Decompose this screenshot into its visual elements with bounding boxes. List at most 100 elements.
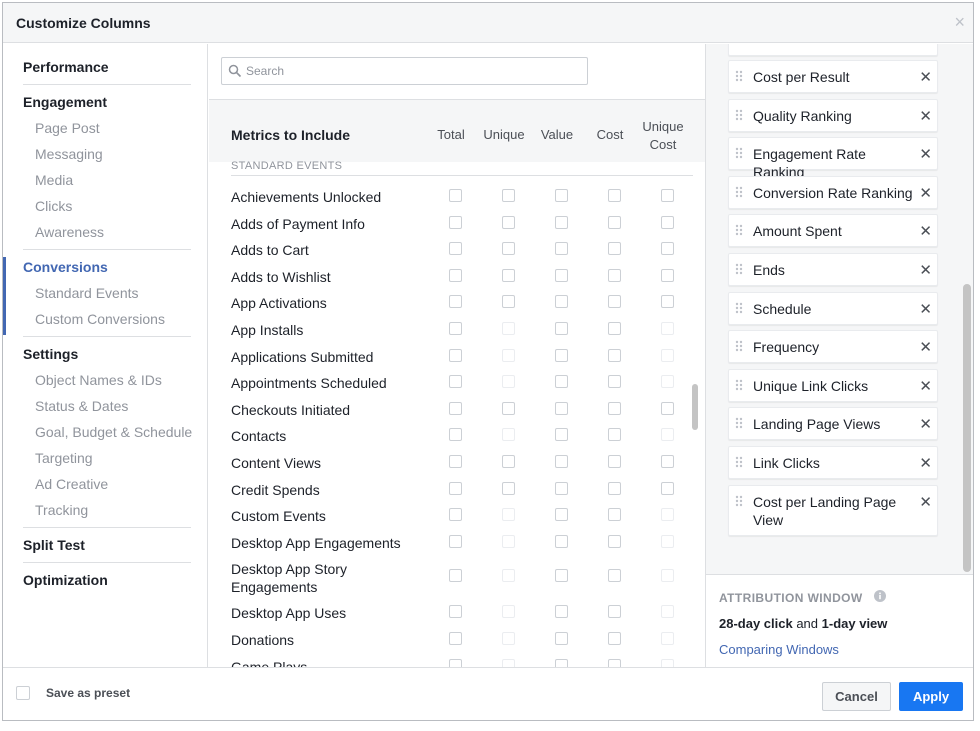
nav-subitem-status-dates[interactable]: Status & Dates [3, 393, 208, 419]
metric-checkbox-value[interactable] [555, 481, 568, 495]
metric-checkbox-unique[interactable] [502, 268, 515, 282]
metric-checkbox-value[interactable] [555, 401, 568, 415]
metrics-scrollbar[interactable] [692, 384, 698, 430]
close-icon[interactable]: × [954, 12, 965, 32]
comparing-windows-link[interactable]: Comparing Windows [719, 642, 839, 657]
drag-handle-icon[interactable] [735, 69, 743, 85]
metric-checkbox-unique[interactable] [502, 455, 515, 468]
metric-checkbox-cost[interactable] [608, 481, 621, 495]
nav-subitem-object-names-ids[interactable]: Object Names & IDs [3, 367, 208, 393]
metric-checkbox-unique[interactable] [502, 481, 515, 495]
metric-checkbox-total[interactable] [449, 322, 462, 335]
selected-column-chip[interactable]: Schedule ✕ [728, 291, 938, 325]
nav-subitem-tracking[interactable]: Tracking [3, 497, 208, 523]
metric-checkbox-cost[interactable] [608, 295, 621, 309]
metric-checkbox-cost[interactable] [608, 322, 621, 335]
selected-column-chip[interactable]: Landing Page Views ✕ [728, 407, 938, 441]
selected-column-chip[interactable]: Quality Ranking ✕ [728, 98, 938, 132]
selected-scrollbar[interactable] [963, 284, 971, 572]
metric-checkbox-value[interactable] [555, 534, 568, 548]
selected-column-chip[interactable]: Ends ✕ [728, 253, 938, 286]
metric-checkbox-value[interactable] [555, 569, 568, 583]
metric-checkbox-value[interactable] [555, 268, 568, 282]
metric-checkbox-value[interactable] [555, 375, 568, 389]
metric-checkbox-unique-cost[interactable] [661, 268, 674, 282]
selected-column-chip[interactable] [728, 44, 938, 56]
metric-checkbox-unique[interactable] [502, 295, 515, 309]
remove-icon[interactable]: ✕ [919, 417, 932, 433]
nav-item-performance[interactable]: Performance [3, 54, 208, 80]
selected-column-chip[interactable]: Link Clicks ✕ [728, 446, 938, 479]
metric-checkbox-cost[interactable] [608, 455, 621, 468]
remove-icon[interactable]: ✕ [919, 456, 932, 472]
remove-icon[interactable]: ✕ [919, 70, 932, 86]
metric-checkbox-value[interactable] [555, 215, 568, 229]
nav-subitem-targeting[interactable]: Targeting [3, 445, 208, 471]
selected-column-chip[interactable]: Unique Link Clicks ✕ [728, 368, 938, 402]
drag-handle-icon[interactable] [735, 378, 743, 394]
metric-checkbox-unique-cost[interactable] [661, 295, 674, 309]
search-box[interactable] [221, 57, 588, 85]
metric-checkbox-value[interactable] [555, 508, 568, 522]
metric-checkbox-total[interactable] [449, 481, 462, 495]
metric-checkbox-unique[interactable] [502, 215, 515, 229]
metric-checkbox-total[interactable] [449, 375, 462, 389]
metric-checkbox-total[interactable] [449, 455, 462, 468]
remove-icon[interactable]: ✕ [919, 108, 932, 125]
nav-item-settings[interactable]: Settings [3, 341, 208, 367]
metric-checkbox-total[interactable] [449, 428, 462, 442]
nav-item-split-test[interactable]: Split Test [3, 532, 208, 558]
metric-checkbox-value[interactable] [555, 658, 568, 667]
metric-checkbox-value[interactable] [555, 632, 568, 645]
metric-checkbox-total[interactable] [449, 295, 462, 309]
remove-icon[interactable]: ✕ [919, 378, 932, 395]
metric-checkbox-total[interactable] [449, 242, 462, 256]
metric-checkbox-cost[interactable] [608, 605, 621, 619]
remove-icon[interactable]: ✕ [919, 340, 932, 356]
remove-icon[interactable]: ✕ [919, 185, 932, 202]
metric-checkbox-total[interactable] [449, 508, 462, 522]
metric-checkbox-cost[interactable] [608, 632, 621, 645]
metric-checkbox-total[interactable] [449, 658, 462, 667]
metric-checkbox-value[interactable] [555, 455, 568, 468]
metric-checkbox-total[interactable] [449, 268, 462, 282]
selected-column-chip[interactable]: Cost per Landing Page View ✕ [728, 484, 938, 536]
nav-item-conversions[interactable]: Conversions [3, 254, 208, 280]
metric-checkbox-cost[interactable] [608, 508, 621, 522]
metric-checkbox-total[interactable] [449, 605, 462, 619]
metric-checkbox-unique-cost[interactable] [661, 189, 674, 202]
nav-item-optimization[interactable]: Optimization [3, 567, 208, 593]
remove-icon[interactable]: ✕ [919, 494, 932, 511]
remove-icon[interactable]: ✕ [919, 147, 932, 163]
metric-checkbox-value[interactable] [555, 348, 568, 362]
metric-checkbox-cost[interactable] [608, 569, 621, 583]
remove-icon[interactable]: ✕ [919, 224, 932, 240]
metric-checkbox-value[interactable] [555, 295, 568, 309]
selected-column-chip[interactable]: Cost per Result ✕ [728, 60, 938, 93]
drag-handle-icon[interactable] [735, 108, 743, 124]
metric-checkbox-total[interactable] [449, 569, 462, 583]
metric-checkbox-total[interactable] [449, 534, 462, 548]
nav-subitem-messaging[interactable]: Messaging [3, 141, 208, 167]
drag-handle-icon[interactable] [735, 262, 743, 278]
metric-checkbox-unique-cost[interactable] [661, 401, 674, 415]
search-input[interactable] [246, 63, 576, 79]
metric-checkbox-cost[interactable] [608, 215, 621, 229]
nav-subitem-clicks[interactable]: Clicks [3, 193, 208, 219]
metric-checkbox-unique[interactable] [502, 189, 515, 202]
metric-checkbox-value[interactable] [555, 189, 568, 202]
metric-checkbox-cost[interactable] [608, 242, 621, 256]
metric-checkbox-cost[interactable] [608, 658, 621, 667]
selected-column-chip[interactable]: Amount Spent ✕ [728, 214, 938, 248]
metric-checkbox-cost[interactable] [608, 428, 621, 442]
nav-subitem-goal-budget-schedule[interactable]: Goal, Budget & Schedule [3, 419, 208, 445]
drag-handle-icon[interactable] [735, 339, 743, 355]
selected-column-chip[interactable]: Conversion Rate Ranking ✕ [728, 175, 938, 209]
info-icon[interactable] [874, 590, 886, 602]
metric-checkbox-total[interactable] [449, 189, 462, 202]
drag-handle-icon[interactable] [735, 494, 743, 510]
metric-checkbox-unique[interactable] [502, 242, 515, 256]
remove-icon[interactable]: ✕ [919, 301, 932, 318]
metric-checkbox-cost[interactable] [608, 348, 621, 362]
nav-subitem-page-post[interactable]: Page Post [3, 115, 208, 141]
